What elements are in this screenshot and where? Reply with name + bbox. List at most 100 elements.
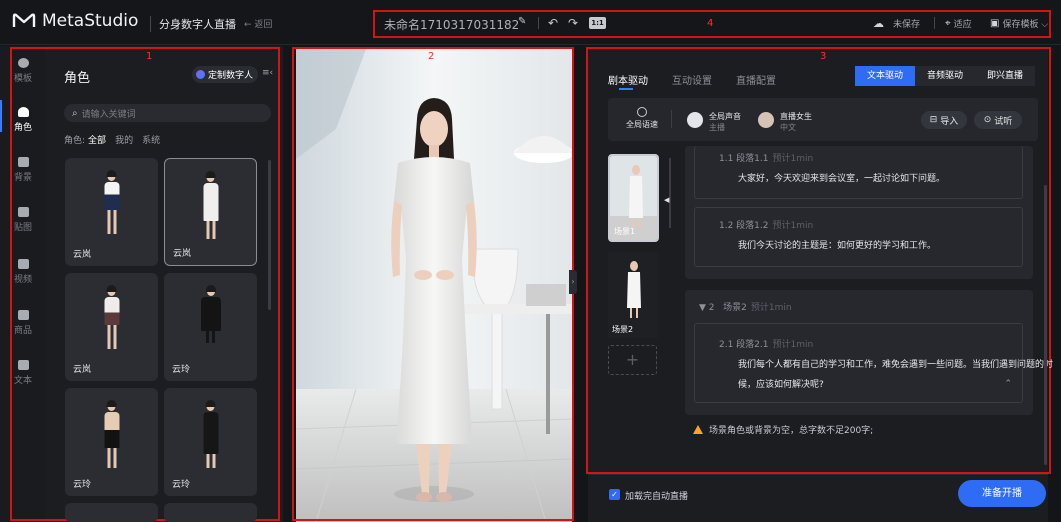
global-voice[interactable]: 全局声音 主播: [709, 111, 741, 133]
collapse-caret: ▼ 2: [699, 303, 715, 313]
role-card[interactable]: 云岚: [164, 158, 257, 266]
custom-avatar-icon: [196, 70, 205, 79]
voice-language: 中文: [780, 123, 796, 132]
voice-role-label: 主播: [709, 123, 725, 132]
role-card[interactable]: 云玲: [65, 388, 158, 496]
paragraph-text[interactable]: 我们今天讨论的主题是：如何更好的学习和工作。: [738, 236, 936, 256]
drive-mode-switch: 文本驱动 音频驱动 即兴直播: [855, 66, 1035, 86]
custom-avatar-button[interactable]: 定制数字人: [192, 66, 258, 83]
annotation-label-1: 1: [146, 51, 153, 62]
add-scene-button[interactable]: +: [608, 345, 657, 375]
role-card[interactable]: [164, 503, 257, 522]
save-status: ☁ 未保存: [873, 17, 920, 30]
collapse-panel-tab[interactable]: ›: [569, 270, 577, 294]
custom-avatar-label: 定制数字人: [208, 71, 254, 81]
tab-live-config[interactable]: 直播配置: [736, 72, 776, 87]
avatar-figure: [200, 285, 221, 343]
role-card-name: 云岚: [73, 250, 92, 260]
tab-interaction[interactable]: 互动设置: [672, 72, 712, 87]
cloud-icon: ☁: [873, 17, 884, 30]
scene-thumb-2[interactable]: 场景2: [608, 252, 659, 338]
annotation-label-3: 3: [820, 51, 827, 62]
import-icon: ⊟: [929, 115, 938, 125]
save-template-label: 保存模板 ⌵: [1002, 20, 1049, 30]
import-label: 导入: [940, 116, 959, 127]
warning-text: 场景角色或背景为空，总字数不足200字;: [709, 426, 874, 436]
undo-icon[interactable]: ↶: [548, 16, 558, 30]
import-button[interactable]: ⊟ 导入: [921, 111, 967, 129]
scene-2-estimate: 预计1min: [750, 303, 792, 313]
voice-avatar: [687, 112, 703, 128]
role-card[interactable]: [65, 503, 158, 522]
scene-thumb-label: 场景1: [614, 227, 636, 236]
brand-logo: MetaStudio: [12, 11, 138, 31]
avatar-figure: [203, 171, 218, 239]
save-status-text: 未保存: [893, 20, 921, 30]
voice-person-avatar: [758, 112, 774, 128]
tab-underline: [619, 88, 633, 90]
redo-icon[interactable]: ↷: [568, 16, 578, 30]
text-drive-button[interactable]: 文本驱动: [855, 66, 915, 86]
role-filter: 角色: 全部 我的 系统: [64, 133, 160, 146]
filter-all[interactable]: 全部: [88, 133, 106, 146]
warning-message: 场景角色或背景为空，总字数不足200字;: [693, 423, 873, 436]
global-voice-label: 全局声音: [709, 112, 741, 121]
preview-audio-button[interactable]: ⊙ 试听: [974, 111, 1022, 129]
toolbar-divider: [538, 17, 539, 29]
voice-person[interactable]: 直播女生 中文: [780, 111, 812, 133]
collapse-up-icon[interactable]: ⌃: [1004, 379, 1012, 389]
tab-script-drive[interactable]: 剧本驱动: [608, 72, 648, 87]
toolbar-divider: [934, 17, 935, 29]
role-panel-title: 角色: [64, 71, 91, 86]
paragraph-title: 1.1 段落1.1 预计1min: [719, 154, 814, 164]
annotation-label-4: 4: [707, 18, 714, 29]
filter-label: 角色:: [64, 136, 86, 146]
back-link[interactable]: ← 返回: [244, 17, 272, 30]
auto-live-label[interactable]: 加载完自动直播: [625, 489, 688, 502]
adapt-icon: ⌖: [945, 18, 951, 29]
paragraph-1-2[interactable]: 1.2 段落1.2 预计1min 我们今天讨论的主题是：如何更好的学习和工作。: [694, 207, 1023, 267]
role-card[interactable]: 云岚: [65, 273, 158, 381]
adapt-button[interactable]: ⌖ 适应: [945, 17, 972, 30]
go-live-button[interactable]: 准备开播: [958, 480, 1046, 507]
document-title[interactable]: 未命名1710317031182: [384, 16, 519, 33]
role-card-name: 云玲: [73, 480, 92, 490]
role-card[interactable]: 云玲: [164, 388, 257, 496]
global-speed-control[interactable]: 全局语速: [626, 107, 658, 130]
auto-live-checkbox[interactable]: ✓: [609, 489, 620, 500]
scene-thumb-label: 场景2: [612, 325, 634, 334]
filter-system[interactable]: 系统: [142, 133, 160, 146]
script-tabs: 剧本驱动 互动设置 直播配置: [608, 72, 776, 87]
role-card-name: 云岚: [73, 365, 92, 375]
paragraph-1-1[interactable]: 1.1 段落1.1 预计1min 大家好，今天欢迎来到会议室，一起讨论如下问题。: [694, 146, 1023, 199]
scene-thumb-1[interactable]: 场景1: [608, 154, 659, 242]
role-card-name: 云玲: [172, 365, 191, 375]
scene-2-header[interactable]: ▼ 2 场景2 预计1min: [699, 300, 792, 313]
paragraph-text-line: 候，应该如何解决呢?: [738, 380, 824, 390]
script-scrollbar[interactable]: [1044, 185, 1047, 465]
paragraph-title: 1.2 段落1.2 预计1min: [719, 221, 814, 231]
audio-drive-button[interactable]: 音频驱动: [915, 66, 975, 86]
paragraph-2-1[interactable]: 2.1 段落2.1 预计1min 我们每个人都有自己的学习和工作，难免会遇到一些问…: [694, 323, 1054, 403]
role-card[interactable]: 云玲: [164, 273, 257, 381]
search-input[interactable]: ⌕ 请输入关键词: [64, 104, 271, 122]
paragraph-text[interactable]: 大家好，今天欢迎来到会议室，一起讨论如下问题。: [738, 169, 945, 189]
improv-live-button[interactable]: 即兴直播: [975, 66, 1035, 86]
metastudio-logo-icon: [12, 13, 36, 27]
warning-icon: [693, 425, 703, 434]
avatar-figure: [104, 285, 119, 349]
divider: [671, 110, 672, 128]
filter-mine[interactable]: 我的: [115, 133, 133, 146]
collapse-panel-icon[interactable]: ≡‹: [262, 68, 273, 78]
avatar-figure: [104, 170, 119, 234]
role-card[interactable]: 云岚: [65, 158, 158, 266]
edit-title-icon[interactable]: ✎: [518, 16, 526, 27]
save-template-button[interactable]: ▣ 保存模板 ⌵: [990, 17, 1048, 30]
paragraph-text-line: 我们每个人都有自己的学习和工作，难免会遇到一些问题。当我们遇到问题的时: [738, 360, 1054, 370]
paragraph-text[interactable]: 我们每个人都有自己的学习和工作，难免会遇到一些问题。当我们遇到问题的时 候，应该…: [738, 355, 1054, 395]
aspect-ratio-badge[interactable]: 1:1: [589, 17, 606, 29]
speed-dial-icon: [637, 107, 647, 117]
role-list-scrollbar[interactable]: [268, 160, 271, 310]
annotation-label-2: 2: [428, 51, 435, 62]
search-placeholder: 请输入关键词: [81, 109, 136, 120]
